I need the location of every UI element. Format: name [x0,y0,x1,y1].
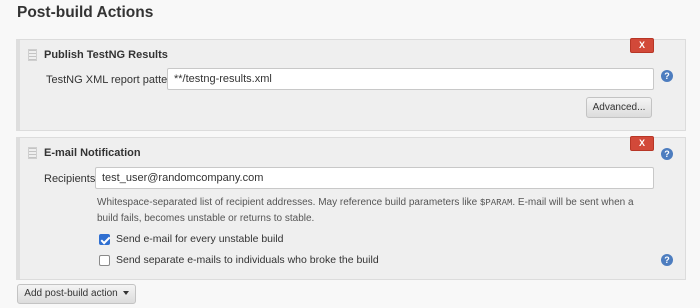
section-title: Post-build Actions [17,4,154,21]
testng-pattern-label: TestNG XML report pattern [46,74,178,86]
add-post-build-action-button[interactable]: Add post-build action [17,284,136,304]
recipients-label: Recipients [44,173,96,185]
chevron-down-icon [122,291,129,296]
testng-pattern-input[interactable]: **/testng-results.xml [167,68,654,90]
separate-emails-checkbox[interactable] [99,255,110,266]
testng-panel: Publish TestNG Results X TestNG XML repo… [16,38,686,131]
unstable-build-checkbox[interactable] [99,234,110,245]
help-icon[interactable]: ? [661,148,673,160]
email-panel-title: E-mail Notification [44,147,141,159]
add-post-build-action-label: Add post-build action [24,288,118,299]
unstable-build-label: Send e-mail for every unstable build [116,233,284,245]
help-icon[interactable]: ? [661,254,673,266]
drag-handle-icon[interactable] [28,147,37,159]
testng-panel-title: Publish TestNG Results [44,49,168,61]
delete-testng-button[interactable]: X [630,38,654,53]
recipients-input[interactable]: test_user@randomcompany.com [95,167,654,189]
drag-handle-icon[interactable] [28,49,37,61]
separate-emails-label: Send separate e-mails to individuals who… [116,254,379,266]
email-panel: E-mail Notification X ? Recipients test_… [16,136,686,280]
advanced-button[interactable]: Advanced... [586,97,652,118]
help-icon[interactable]: ? [661,70,673,82]
recipients-description: Whitespace-separated list of recipient a… [97,197,634,224]
delete-email-button[interactable]: X [630,136,654,151]
